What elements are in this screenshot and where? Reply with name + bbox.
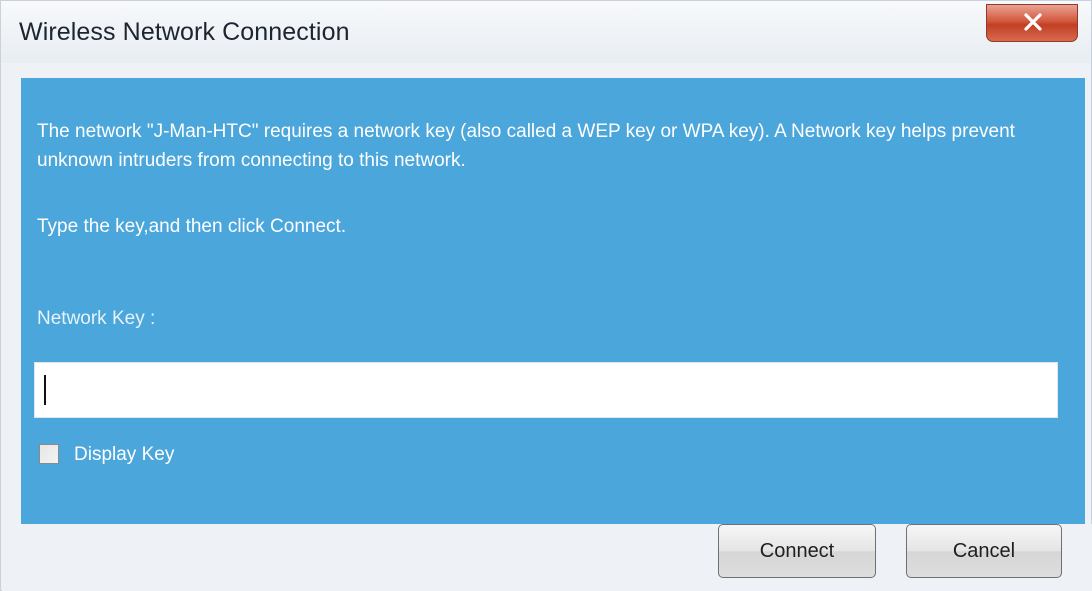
content-panel: The network "J-Man-HTC" requires a netwo… <box>21 78 1085 524</box>
dialog-window: Wireless Network Connection The network … <box>0 0 1092 591</box>
title-bar[interactable]: Wireless Network Connection <box>1 1 1091 63</box>
instruction-text: Type the key,and then click Connect. <box>37 216 347 237</box>
network-key-input[interactable] <box>34 362 1058 418</box>
text-cursor <box>44 375 46 405</box>
network-key-label: Network Key : <box>37 308 156 329</box>
display-key-checkbox[interactable] <box>39 444 59 464</box>
window-title: Wireless Network Connection <box>19 18 350 46</box>
network-key-message: The network "J-Man-HTC" requires a netwo… <box>37 121 1015 171</box>
close-button[interactable] <box>986 4 1078 42</box>
close-icon <box>1024 13 1042 31</box>
cancel-button[interactable]: Cancel <box>906 524 1062 578</box>
button-bar: Connect Cancel <box>2 524 1092 591</box>
connect-button[interactable]: Connect <box>718 524 876 578</box>
display-key-label[interactable]: Display Key <box>74 444 174 466</box>
